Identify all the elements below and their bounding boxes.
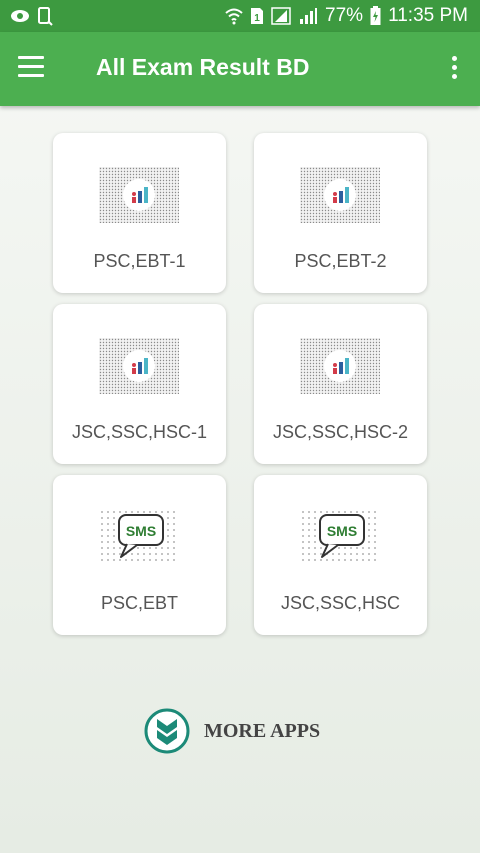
more-vert-icon[interactable]	[450, 56, 458, 82]
chart-icon	[99, 167, 179, 223]
card-label: PSC,EBT-2	[294, 251, 387, 271]
card-psc-ebt-sms[interactable]: SMS PSC,EBT	[53, 475, 226, 635]
chart-icon	[300, 338, 380, 394]
battery-charging-icon	[370, 6, 381, 26]
signal-icon	[271, 7, 291, 25]
clock: 11:35 PM	[388, 5, 468, 26]
sms-icon: SMS	[99, 509, 179, 565]
messenger-icon	[10, 9, 30, 23]
hamburger-menu-icon[interactable]	[18, 56, 46, 82]
card-psc-ebt-1[interactable]: PSC,EBT-1	[53, 133, 226, 293]
app-bar: All Exam Result BD	[0, 32, 480, 106]
chart-icon	[300, 167, 380, 223]
more-apps-button[interactable]: MORE APPS	[144, 708, 320, 754]
card-label: JSC,SSC,HSC-1	[71, 422, 208, 442]
card-jsc-ssc-hsc-2[interactable]: JSC,SSC,HSC-2	[254, 304, 427, 464]
wifi-icon	[225, 7, 243, 25]
more-apps-label: MORE APPS	[204, 719, 321, 742]
signal-icon-2	[298, 7, 318, 25]
status-bar: 1 77% 11:35 PM	[0, 0, 480, 32]
sms-badge: SMS	[126, 523, 156, 539]
card-label: PSC,EBT	[100, 593, 179, 613]
card-jsc-ssc-hsc-sms[interactable]: SMS JSC,SSC,HSC	[254, 475, 427, 635]
device-icon	[37, 6, 53, 26]
sim1-icon: 1	[250, 7, 264, 25]
chevron-down-circle-icon	[144, 708, 190, 754]
chart-icon	[99, 338, 179, 394]
svg-text:1: 1	[254, 13, 260, 24]
card-psc-ebt-2[interactable]: PSC,EBT-2	[254, 133, 427, 293]
sms-badge: SMS	[327, 523, 357, 539]
battery-percent: 77%	[325, 5, 364, 26]
card-label: JSC,SSC,HSC-2	[272, 422, 409, 442]
app-title: All Exam Result BD	[96, 54, 310, 80]
card-label: PSC,EBT-1	[93, 251, 186, 271]
card-label: JSC,SSC,HSC	[280, 593, 401, 613]
card-jsc-ssc-hsc-1[interactable]: JSC,SSC,HSC-1	[53, 304, 226, 464]
sms-icon: SMS	[300, 509, 380, 565]
